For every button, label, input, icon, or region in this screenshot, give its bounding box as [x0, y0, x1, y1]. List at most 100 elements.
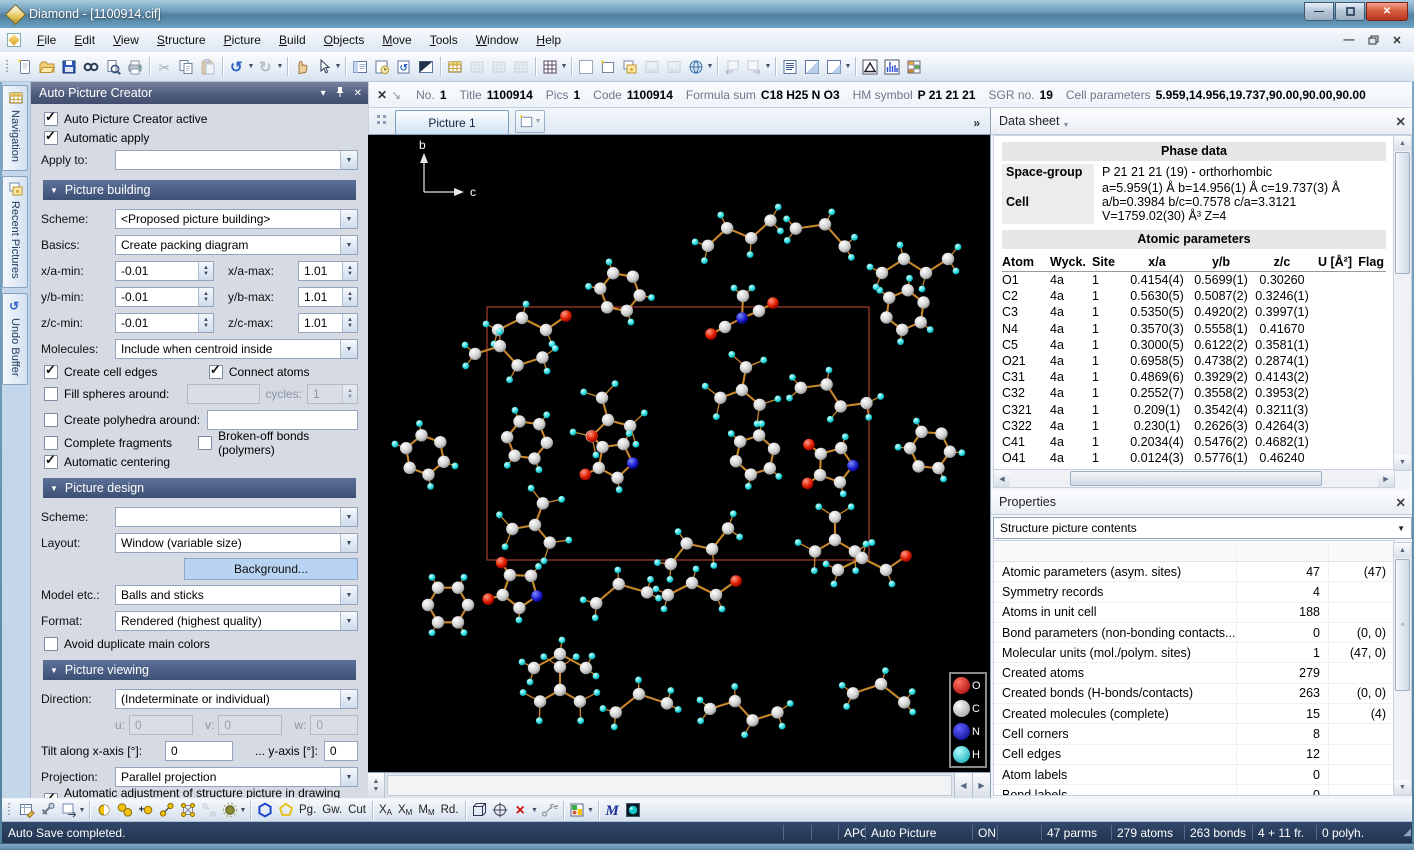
list-item[interactable]: Created bonds (H-bonds/contacts) 263 (0, 0…: [994, 683, 1394, 705]
menu-picture[interactable]: Picture: [215, 30, 270, 50]
add-atoms-icon[interactable]: +: [135, 800, 156, 820]
properties-vscrollbar[interactable]: ▲ ≡ ▼: [1393, 542, 1412, 796]
powder-pattern-icon[interactable]: [881, 56, 903, 78]
coordination-sphere-icon[interactable]: [219, 800, 240, 820]
properties-title-bar[interactable]: Properties ✕: [991, 490, 1414, 515]
xa-max-spinner[interactable]: 1.01 ▲ ▼: [298, 261, 358, 281]
list-item[interactable]: Created atoms 279: [994, 663, 1394, 684]
structure-hscroll-track[interactable]: [387, 775, 952, 796]
close-data-icon[interactable]: ✕: [377, 88, 387, 102]
document-icon[interactable]: [6, 32, 22, 48]
dropdown-arrow-icon[interactable]: ▼: [560, 63, 568, 70]
apply-to-combobox[interactable]: ▼: [115, 150, 358, 170]
data-sheet-content[interactable]: Phase data Space-group P 21 21 21 (19) -…: [993, 135, 1395, 471]
table-row[interactable]: N4 4a 1 0.3570(3) 0.5558(1) 0.41670: [1002, 321, 1386, 337]
mm-mode-button[interactable]: MM: [415, 804, 437, 817]
xm-mode-button[interactable]: XM: [395, 804, 415, 817]
broken-bonds-icon[interactable]: [198, 800, 219, 820]
atom-pair-icon[interactable]: [114, 800, 135, 820]
navigation-panel-icon[interactable]: [349, 56, 371, 78]
section-picture-building[interactable]: ▼ Picture building: [43, 180, 356, 200]
w-field[interactable]: 0: [310, 715, 358, 735]
xa-min-spinner[interactable]: -0.01 ▲ ▼: [115, 261, 214, 281]
table-row[interactable]: O1 4a 1 0.4154(4) 0.5699(1) 0.30260: [1002, 272, 1386, 288]
draw-view-2-icon[interactable]: [823, 56, 845, 78]
diffraction-icon[interactable]: [859, 56, 881, 78]
pan-icon[interactable]: [291, 56, 313, 78]
next-picture-icon[interactable]: [743, 56, 765, 78]
menu-edit[interactable]: Edit: [65, 30, 104, 50]
mol-view-icon[interactable]: [623, 800, 644, 820]
fill-cell-icon[interactable]: [567, 800, 588, 820]
table-row[interactable]: C322 4a 1 0.230(1) 0.2626(3) 0.4264(3): [1002, 418, 1386, 434]
save-icon[interactable]: [58, 56, 80, 78]
apc-close-icon[interactable]: ✕: [354, 88, 362, 99]
section-picture-design[interactable]: ▼ Picture design: [43, 478, 356, 498]
table-row[interactable]: C31 4a 1 0.4869(6) 0.3929(2) 0.4143(2): [1002, 369, 1386, 385]
scroll-right-icon[interactable]: ▶: [972, 773, 990, 798]
sidebar-tab-undo-buffer[interactable]: ↺ Undo Buffer: [2, 292, 28, 386]
v-field[interactable]: 0: [218, 715, 283, 735]
cycles-spinner[interactable]: 1 ▲ ▼: [307, 384, 358, 404]
redo-icon[interactable]: ↻: [255, 56, 277, 78]
cut-icon[interactable]: ✂: [153, 56, 175, 78]
section-picture-viewing[interactable]: ▼ Picture viewing: [43, 660, 356, 680]
fe-bond-icon[interactable]: Fe: [539, 800, 560, 820]
cut-mode-button[interactable]: Cut: [345, 804, 369, 816]
apc-pin-icon[interactable]: [335, 86, 345, 100]
table-row[interactable]: O41 4a 1 0.0124(3) 0.5776(1) 0.46240: [1002, 450, 1386, 466]
apc-menu-icon[interactable]: ▾: [321, 88, 326, 99]
projection-combobox[interactable]: Parallel projection ▼: [115, 767, 358, 787]
connect-atoms-checkbox[interactable]: Connect atoms: [206, 362, 310, 379]
list-item[interactable]: Cell corners 8: [994, 724, 1394, 745]
polygon-blue-icon[interactable]: [254, 800, 275, 820]
report-view-icon[interactable]: [779, 56, 801, 78]
table-gray-icon[interactable]: [488, 56, 510, 78]
table-row[interactable]: C2 4a 1 0.5630(5) 0.5087(2) 0.3246(1): [1002, 288, 1386, 304]
table-gray-icon[interactable]: [466, 56, 488, 78]
unit-cell-icon[interactable]: [469, 800, 490, 820]
dropdown-arrow-icon[interactable]: ▼: [247, 63, 255, 70]
list-item[interactable]: Atomic parameters (asym. sites) 47 (47): [994, 562, 1394, 583]
list-item[interactable]: Symmetry records 4: [994, 582, 1394, 603]
picture-gray-icon[interactable]: [641, 56, 663, 78]
background-button[interactable]: Background...: [184, 558, 358, 580]
menu-window[interactable]: Window: [467, 30, 528, 50]
list-item[interactable]: Created molecules (complete) 15 (4): [994, 704, 1394, 725]
data-panel-icon[interactable]: ↺: [393, 56, 415, 78]
new-picture-icon[interactable]: [597, 56, 619, 78]
destroy-icon[interactable]: ×: [511, 800, 532, 820]
molecules-combobox[interactable]: Include when centroid inside ▼: [115, 339, 358, 359]
dropdown-arrow-icon[interactable]: ▼: [334, 63, 342, 70]
sidebar-tab-recent-pictures[interactable]: Recent Pictures: [2, 175, 28, 288]
table-row[interactable]: O21 4a 1 0.6958(5) 0.4738(2) 0.2874(1): [1002, 353, 1386, 369]
data-sheet-title-bar[interactable]: Data sheet ▼ ✕: [991, 108, 1414, 135]
properties-table[interactable]: Atomic parameters (asym. sites) 47 (47) Sym…: [993, 540, 1395, 796]
data-sheet-hscrollbar[interactable]: ◀ ▶: [993, 469, 1395, 488]
picture-gray-icon[interactable]: [663, 56, 685, 78]
select-icon[interactable]: [313, 56, 335, 78]
atom-bonds-icon[interactable]: [156, 800, 177, 820]
report-panel-icon[interactable]: [371, 56, 393, 78]
apc-auto-apply-checkbox[interactable]: Automatic apply: [41, 128, 358, 147]
broken-bonds-checkbox[interactable]: Broken-off bonds (polymers): [195, 429, 358, 457]
apc-title-bar[interactable]: Auto Picture Creator ▾ ✕: [31, 82, 368, 104]
table-gold-icon[interactable]: [444, 56, 466, 78]
menu-structure[interactable]: Structure: [148, 30, 215, 50]
fill-spheres-checkbox[interactable]: Fill spheres around:: [41, 387, 187, 401]
print-preview-icon[interactable]: [102, 56, 124, 78]
connectivity-icon[interactable]: [177, 800, 198, 820]
copy-picture-icon[interactable]: [619, 56, 641, 78]
structure-drawing-area[interactable]: bc OCNH: [368, 135, 990, 772]
menu-objects[interactable]: Objects: [315, 30, 374, 50]
scroll-up-icon[interactable]: ▲: [1394, 543, 1411, 558]
color-table-icon[interactable]: [903, 56, 925, 78]
basics-combobox[interactable]: Create packing diagram ▼: [115, 235, 358, 255]
scroll-right-icon[interactable]: ▶: [1378, 470, 1394, 487]
menu-build[interactable]: Build: [270, 30, 315, 50]
data-sheet-close-icon[interactable]: ✕: [1396, 114, 1406, 129]
table-row[interactable]: C3 4a 1 0.5350(5) 0.4920(2) 0.3997(1): [1002, 304, 1386, 320]
open-file-icon[interactable]: [36, 56, 58, 78]
maximize-button[interactable]: [1335, 2, 1365, 21]
m-logo-icon[interactable]: M: [602, 800, 623, 820]
